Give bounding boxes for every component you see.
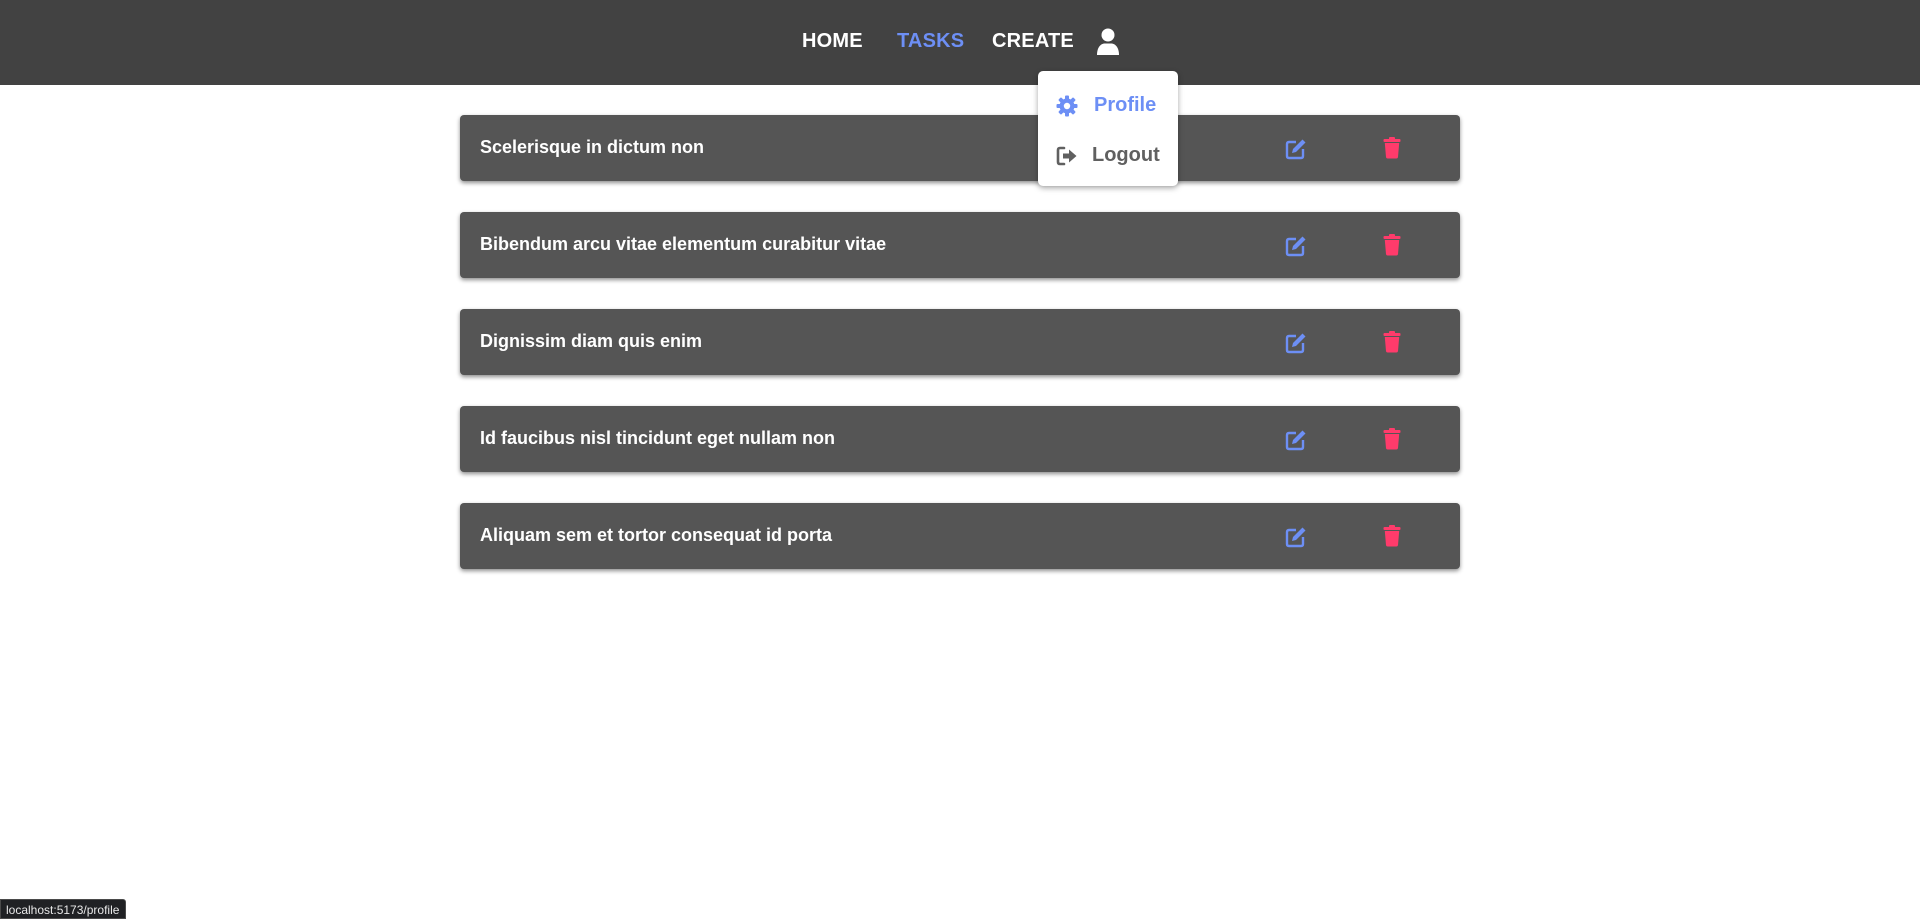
user-icon[interactable] <box>1096 28 1120 56</box>
edit-icon[interactable] <box>1285 429 1307 451</box>
task-title: Aliquam sem et tortor consequat id porta <box>480 525 833 545</box>
nav-create-link[interactable]: CREATE <box>992 30 1074 53</box>
task-card: Scelerisque in dictum non <box>460 115 1460 181</box>
trash-icon[interactable] <box>1383 137 1401 159</box>
trash-icon[interactable] <box>1383 331 1401 353</box>
logout-icon <box>1056 145 1078 167</box>
nav-links: HOME TASKS CREATE <box>0 30 1920 60</box>
browser-status-bar: localhost:5173/profile <box>0 899 127 919</box>
trash-icon[interactable] <box>1383 234 1401 256</box>
task-card: Bibendum arcu vitae elementum curabitur … <box>460 212 1460 278</box>
edit-icon[interactable] <box>1285 138 1307 160</box>
trash-icon[interactable] <box>1383 428 1401 450</box>
logout-menu-label: Logout <box>1092 144 1160 166</box>
profile-menu-label: Profile <box>1094 94 1157 116</box>
edit-icon[interactable] <box>1285 526 1307 548</box>
edit-icon[interactable] <box>1285 332 1307 354</box>
task-title: Dignissim diam quis enim <box>480 331 703 351</box>
task-title: Scelerisque in dictum non <box>480 137 705 157</box>
user-dropdown-menu: Profile Logout <box>1038 71 1178 186</box>
edit-icon[interactable] <box>1285 235 1307 257</box>
gear-icon <box>1056 95 1078 117</box>
navbar: HOME TASKS CREATE <box>0 0 1920 85</box>
task-card: Aliquam sem et tortor consequat id porta <box>460 503 1460 569</box>
nav-tasks-link[interactable]: TASKS <box>897 30 964 53</box>
task-card: Id faucibus nisl tincidunt eget nullam n… <box>460 406 1460 472</box>
task-title: Bibendum arcu vitae elementum curabitur … <box>480 234 887 254</box>
nav-home-link[interactable]: HOME <box>802 30 863 53</box>
task-card: Dignissim diam quis enim <box>460 309 1460 375</box>
logout-menu-item[interactable]: Logout <box>1056 141 1166 171</box>
trash-icon[interactable] <box>1383 525 1401 547</box>
task-title: Id faucibus nisl tincidunt eget nullam n… <box>480 428 836 448</box>
profile-menu-item[interactable]: Profile <box>1056 91 1166 121</box>
